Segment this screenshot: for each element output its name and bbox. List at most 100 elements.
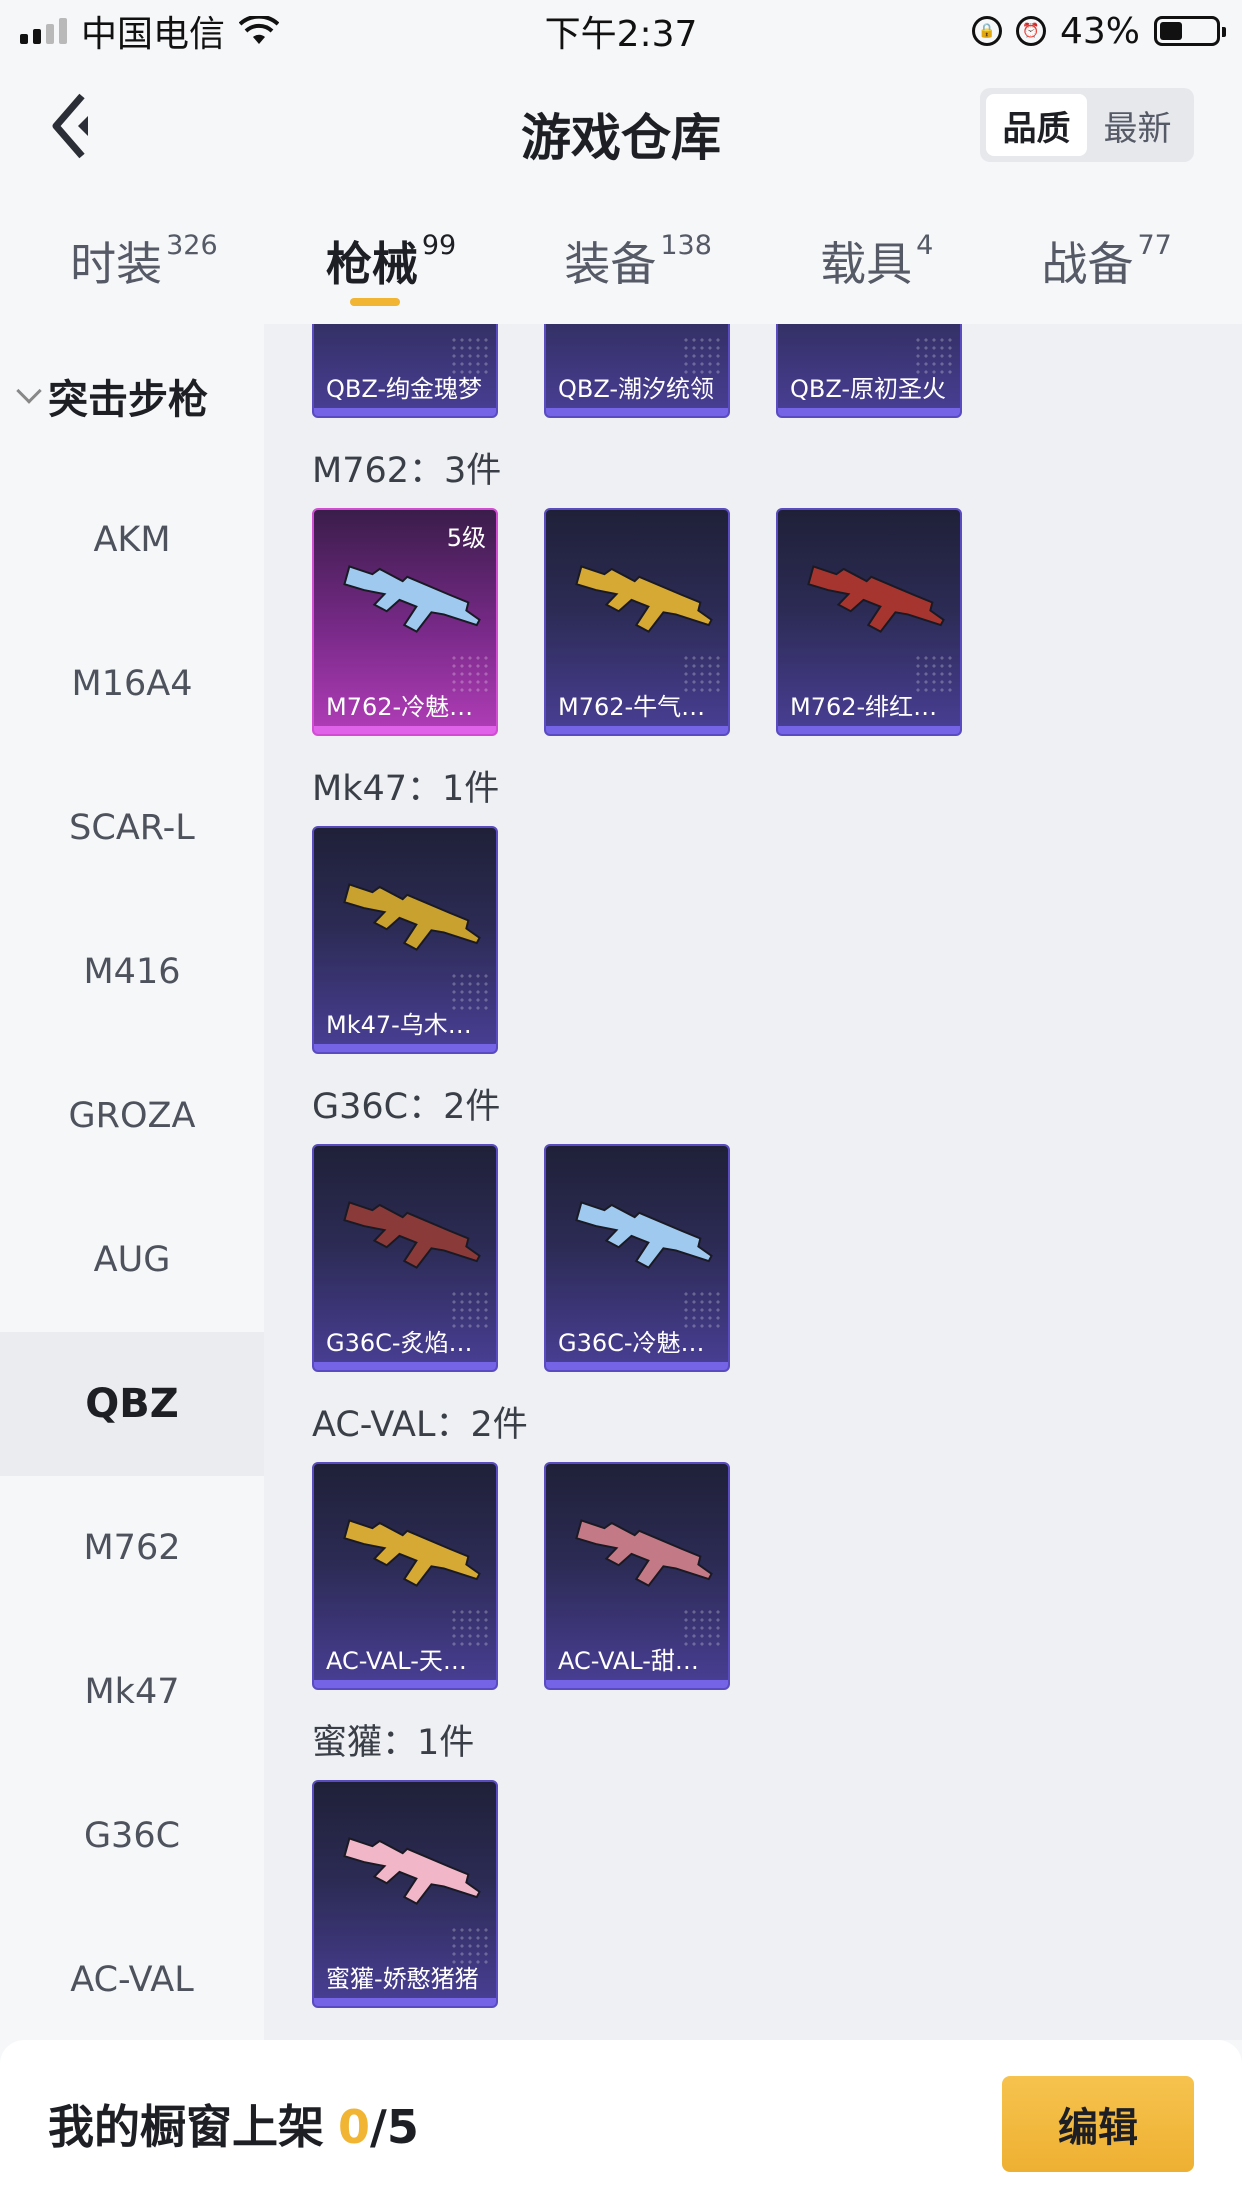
skin-name: G36C-冷魅… [558, 1329, 705, 1357]
chevron-down-icon [16, 378, 42, 404]
card-row: 蜜獾-娇憨猪猪 [264, 1780, 1242, 2008]
tab-label: 时装 [70, 237, 163, 291]
sidebar-item-groza[interactable]: GROZA [0, 1044, 264, 1188]
back-icon[interactable] [48, 90, 108, 162]
gun-image [343, 1519, 481, 1587]
skin-card[interactable]: Mk47-乌木… [312, 826, 498, 1054]
group-title: M762：3件 [312, 450, 502, 491]
skin-card[interactable]: AC-VAL-甜… [544, 1462, 730, 1690]
skin-card[interactable]: 5级 M762-冷魅… [312, 508, 498, 736]
tab-count: 4 [916, 230, 934, 261]
gun-image [575, 1201, 713, 1269]
status-bar: 中国电信 下午2:37 🔒 ⏰ 43% [0, 0, 1242, 62]
showcase-footer: 我的橱窗上架 0 /5 编辑 [0, 2040, 1242, 2208]
wifi-icon [239, 16, 280, 44]
sidebar-item-m416[interactable]: M416 [0, 900, 264, 1044]
status-right: 🔒 ⏰ 43% [971, 10, 1226, 52]
tab-label: 装备 [564, 237, 657, 291]
rotation-lock-icon: 🔒 [971, 16, 1002, 46]
group-title: G36C：2件 [312, 1086, 501, 1127]
skin-list-scroller: QBZ-绚金瑰梦 QBZ-潮汐统领 QBZ-原初圣火 M762：3件 5级 M762… [264, 324, 1242, 2008]
showcase-label: 我的橱窗上架 [48, 2100, 324, 2154]
skin-card[interactable]: M762-牛气… [544, 508, 730, 736]
card-row: AC-VAL-天… AC-VAL-甜… [264, 1462, 1242, 1690]
sidebar-group-assault-rifles[interactable]: 突击步枪 [0, 324, 264, 468]
skin-card[interactable]: G36C-冷魅… [544, 1144, 730, 1372]
header: 游戏仓库 品质 最新 [0, 62, 1242, 192]
sidebar-item-m16a4[interactable]: M16A4 [0, 612, 264, 756]
card-row: 5级 M762-冷魅… M762-牛气… M762-绯红… [264, 508, 1242, 736]
tab-label: 枪械 [325, 237, 418, 291]
skin-card[interactable]: M762-绯红… [776, 508, 962, 736]
battery-percent: 43% [1059, 10, 1140, 52]
tab-supplies[interactable]: 战备 77 [1041, 192, 1171, 324]
gun-image [575, 565, 713, 633]
tab-count: 138 [660, 230, 712, 261]
category-tabs: 时装 326 枪械 99 装备 138 载具 4 战备 77 [0, 192, 1242, 324]
tab-count: 99 [421, 230, 457, 261]
gun-image [575, 1519, 713, 1587]
skin-groups: M762：3件 5级 M762-冷魅… M762-牛气… M762-绯红… Mk47：1件… [264, 416, 1242, 2008]
skin-name: M762-冷魅… [326, 693, 474, 721]
skin-card[interactable]: 蜜獾-娇憨猪猪 [312, 1780, 498, 2008]
skin-name: M762-牛气… [558, 693, 706, 721]
skin-name: G36C-炙焰… [326, 1329, 473, 1357]
skin-name: QBZ-原初圣火 [790, 375, 947, 403]
gun-image [343, 1837, 481, 1905]
tab-count: 77 [1137, 230, 1172, 261]
showcase-status: 我的橱窗上架 0 /5 [48, 2091, 419, 2157]
group-title: Mk47：1件 [312, 768, 500, 809]
skin-card[interactable]: QBZ-绚金瑰梦 [312, 324, 498, 418]
group-title: AC-VAL：2件 [312, 1404, 528, 1445]
tab-label: 载具 [820, 237, 913, 291]
skin-card[interactable]: G36C-炙焰… [312, 1144, 498, 1372]
sidebar-item-scar-l[interactable]: SCAR-L [0, 756, 264, 900]
tab-firearms[interactable]: 枪械 99 [326, 192, 456, 324]
card-row: G36C-炙焰… G36C-冷魅… [264, 1144, 1242, 1372]
sidebar-item-mk47[interactable]: Mk47 [0, 1620, 264, 1764]
tab-equipment[interactable]: 装备 138 [564, 192, 712, 324]
group-title: 蜜獾：1件 [312, 1722, 475, 1763]
edit-button[interactable]: 编辑 [1002, 2076, 1194, 2172]
sidebar-item-aug[interactable]: AUG [0, 1188, 264, 1332]
sidebar-item-g36c[interactable]: G36C [0, 1764, 264, 1908]
skin-name: Mk47-乌木… [326, 1011, 472, 1039]
showcase-count: 0 [338, 2100, 371, 2154]
carrier-label: 中国电信 [81, 14, 226, 55]
sidebar-item-ac-val[interactable]: AC-VAL [0, 1908, 264, 2040]
tab-vehicles[interactable]: 载具 4 [820, 192, 933, 324]
skin-name: M762-绯红… [790, 693, 938, 721]
alarm-icon: ⏰ [1015, 16, 1046, 46]
skin-list: QBZ-绚金瑰梦 QBZ-潮汐统领 QBZ-原初圣火 M762：3件 5级 M762… [264, 324, 1242, 2040]
status-left: 中国电信 [20, 5, 280, 57]
battery-icon [1154, 16, 1226, 46]
tab-count: 326 [166, 230, 218, 261]
showcase-total: /5 [370, 2100, 419, 2154]
sort-quality-button[interactable]: 品质 [986, 94, 1087, 156]
skin-level-badge: 5级 [446, 524, 486, 552]
sidebar-item-qbz[interactable]: QBZ [0, 1332, 264, 1476]
skin-card[interactable]: QBZ-潮汐统领 [544, 324, 730, 418]
gun-image [343, 565, 481, 633]
card-row: Mk47-乌木… [264, 826, 1242, 1054]
sidebar-item-m762[interactable]: M762 [0, 1476, 264, 1620]
skin-card[interactable]: QBZ-原初圣火 [776, 324, 962, 418]
skin-name: AC-VAL-甜… [558, 1647, 699, 1675]
tab-label: 战备 [1041, 237, 1134, 291]
sort-newest-button[interactable]: 最新 [1087, 94, 1188, 156]
skin-name: 蜜獾-娇憨猪猪 [326, 1965, 479, 1993]
skin-name: AC-VAL-天… [326, 1647, 467, 1675]
gun-image [343, 883, 481, 951]
card-row-qbz: QBZ-绚金瑰梦 QBZ-潮汐统领 QBZ-原初圣火 [264, 324, 1242, 418]
gun-image [343, 1201, 481, 1269]
tab-fashion[interactable]: 时装 326 [70, 192, 218, 324]
weapon-type-sidebar: 突击步枪 AKM M16A4 SCAR-L M416 GROZA AUG QBZ… [0, 324, 264, 2040]
skin-name: QBZ-潮汐统领 [558, 375, 715, 403]
skin-card[interactable]: AC-VAL-天… [312, 1462, 498, 1690]
gun-image [807, 565, 945, 633]
signal-icon [20, 18, 67, 44]
skin-name: QBZ-绚金瑰梦 [326, 375, 483, 403]
sidebar-item-akm[interactable]: AKM [0, 468, 264, 612]
sidebar-group-label: 突击步枪 [48, 377, 208, 423]
sort-toggle: 品质 最新 [980, 88, 1194, 162]
